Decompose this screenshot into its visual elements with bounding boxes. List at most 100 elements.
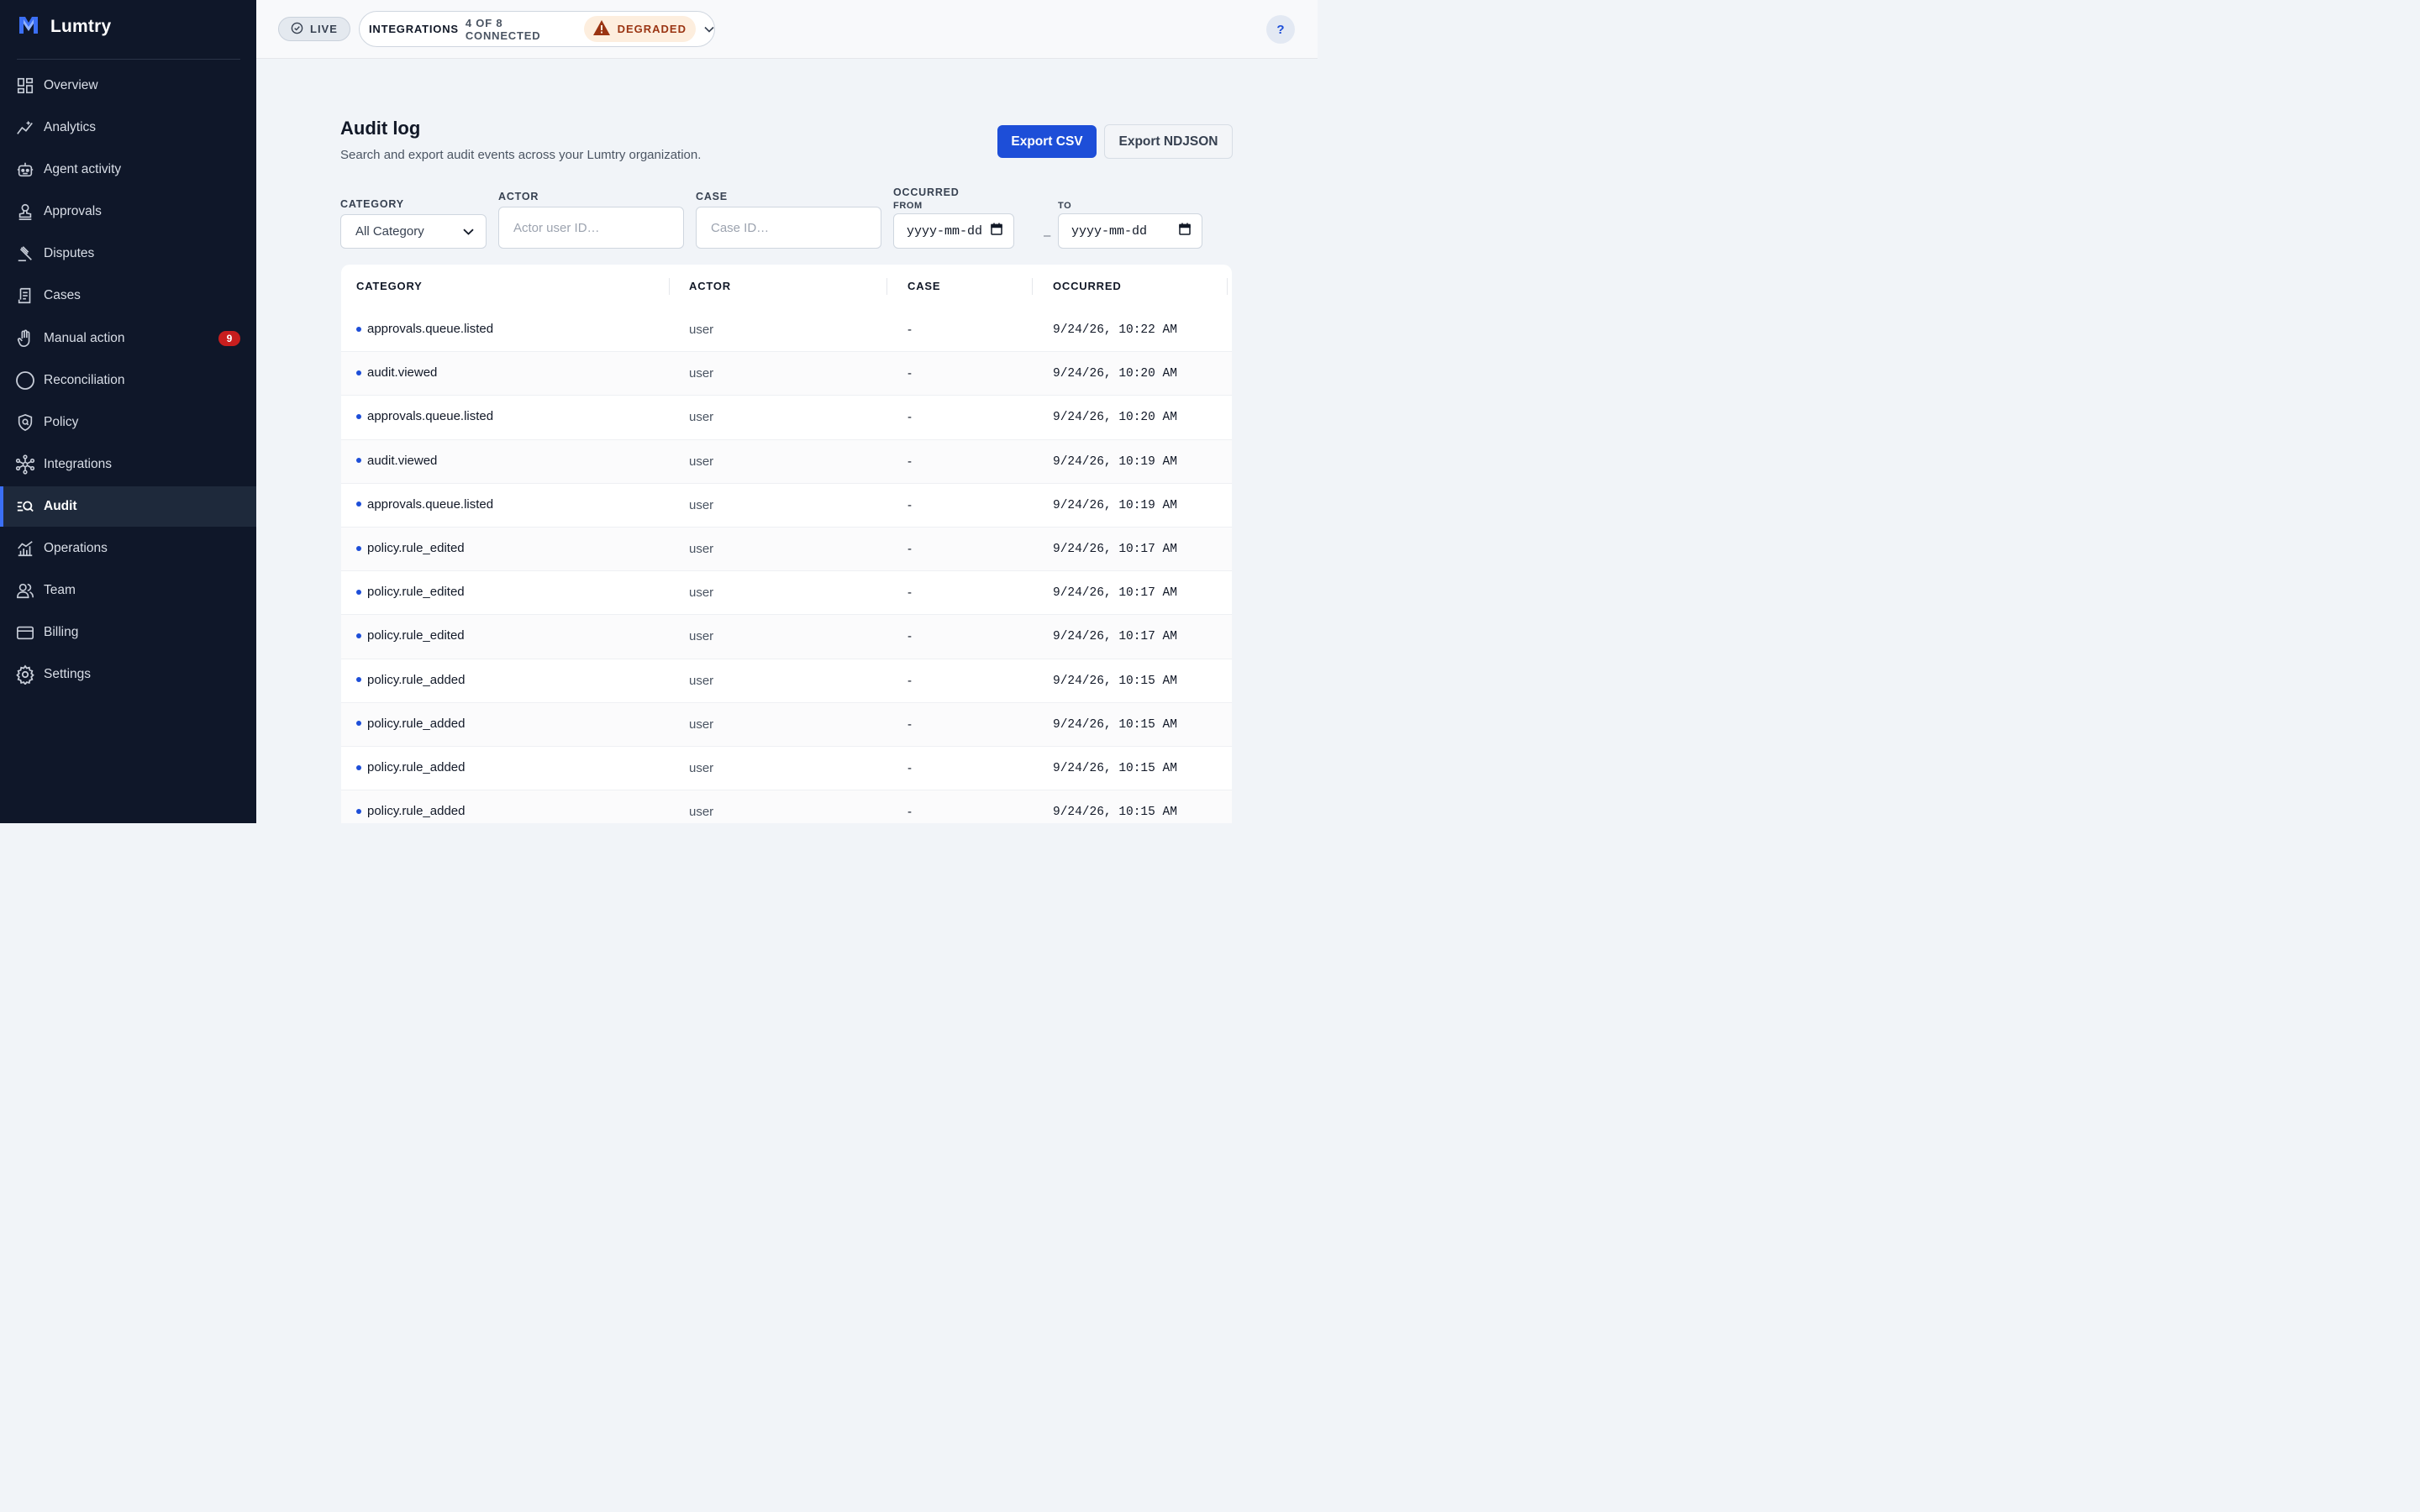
event-category-cell: approvals.queue.listed (356, 497, 493, 512)
category-dot-icon (356, 764, 361, 770)
sidebar-item-overview[interactable]: Overview (0, 66, 256, 106)
category-dot-icon (356, 589, 361, 595)
sidebar-item-disputes[interactable]: Disputes (0, 234, 256, 274)
column-header-category[interactable]: CATEGORY (356, 280, 423, 292)
table-row[interactable]: policy.rule_added user - 9/24/26, 10:15 AM (341, 747, 1232, 791)
table-row[interactable]: policy.rule_added user - 9/24/26, 10:15 AM (341, 659, 1232, 703)
date-range-separator: – (1044, 228, 1051, 243)
event-actor: user (689, 673, 714, 688)
column-header-occurred[interactable]: OCCURRED (1053, 280, 1122, 292)
actor-input[interactable] (498, 207, 684, 249)
sidebar-item-reconciliation[interactable]: Reconciliation (0, 360, 256, 401)
from-date-input[interactable]: yyyy-mm-dd (893, 213, 1014, 249)
table-row[interactable]: policy.rule_edited user - 9/24/26, 10:17 AM (341, 615, 1232, 659)
event-category: policy.rule_added (367, 760, 466, 774)
sidebar-item-label: Disputes (44, 246, 95, 261)
column-resize-handle[interactable] (886, 278, 887, 295)
sidebar-item-team[interactable]: Team (0, 570, 256, 611)
column-resize-handle[interactable] (669, 278, 670, 295)
sidebar-item-audit[interactable]: Audit (0, 486, 256, 527)
actor-filter-label: ACTOR (498, 191, 539, 202)
sidebar-item-analytics[interactable]: Analytics (0, 108, 256, 148)
sidebar-item-approvals[interactable]: Approvals (0, 192, 256, 232)
event-category: approvals.queue.listed (367, 496, 494, 512)
sidebar-item-label: Team (44, 583, 76, 598)
column-resize-handle[interactable] (1227, 278, 1228, 295)
column-header-actor[interactable]: ACTOR (689, 280, 731, 292)
event-category-cell: audit.viewed (356, 365, 437, 380)
circle-icon (15, 370, 35, 391)
hand-icon (15, 328, 35, 349)
to-date-input[interactable]: yyyy-mm-dd (1058, 213, 1202, 249)
category-select[interactable]: All Category (340, 214, 487, 249)
table-row[interactable]: audit.viewed user - 9/24/26, 10:20 AM (341, 352, 1232, 396)
table-row[interactable]: policy.rule_edited user - 9/24/26, 10:17 AM (341, 528, 1232, 572)
page-subtitle: Search and export audit events across yo… (340, 148, 702, 162)
sidebar-item-settings[interactable]: Settings (0, 654, 256, 695)
event-case: - (908, 542, 912, 556)
export-csv-button[interactable]: Export CSV (997, 125, 1097, 158)
integrations-status-dropdown[interactable]: INTEGRATIONS 4 OF 8 CONNECTED DEGRADED (359, 11, 715, 47)
sidebar-item-cases[interactable]: Cases (0, 276, 256, 316)
help-button[interactable]: ? (1266, 15, 1295, 44)
column-header-case[interactable]: CASE (908, 280, 940, 292)
event-case: - (908, 717, 912, 732)
table-row[interactable]: approvals.queue.listed user - 9/24/26, 10:2… (341, 396, 1232, 440)
event-category-cell: audit.viewed (356, 454, 437, 468)
sidebar-item-label: Integrations (44, 456, 112, 471)
column-resize-handle[interactable] (1032, 278, 1033, 295)
table-row[interactable]: approvals.queue.listed user - 9/24/26, 10:1… (341, 484, 1232, 528)
event-occurred: 9/24/26, 10:20 AM (1053, 411, 1177, 425)
event-actor: user (689, 497, 714, 512)
sidebar-item-integrations[interactable]: Integrations (0, 444, 256, 485)
analytics-icon (15, 118, 35, 138)
event-case: - (908, 673, 912, 688)
event-actor: user (689, 717, 714, 732)
table-row[interactable]: policy.rule_added user - 9/24/26, 10:15 AM (341, 790, 1232, 823)
table-row[interactable]: approvals.queue.listed user - 9/24/26, 10:2… (341, 308, 1232, 353)
export-ndjson-button[interactable]: Export NDJSON (1104, 124, 1233, 159)
event-category: audit.viewed (367, 365, 438, 381)
sidebar-item-operations[interactable]: Operations (0, 528, 256, 569)
event-case: - (908, 454, 912, 469)
sidebar-item-billing[interactable]: Billing (0, 612, 256, 653)
event-actor: user (689, 761, 714, 775)
brand[interactable]: Lumtry (17, 14, 111, 39)
sidebar: Lumtry Overview Analytics Agent activity… (0, 0, 256, 823)
stamp-icon (15, 202, 35, 222)
event-occurred: 9/24/26, 10:17 AM (1053, 586, 1177, 601)
case-input[interactable] (696, 207, 881, 249)
sidebar-item-policy[interactable]: Policy (0, 402, 256, 443)
network-icon (15, 454, 35, 475)
to-label: TO (1058, 201, 1072, 211)
category-dot-icon (356, 721, 361, 727)
table-row[interactable]: audit.viewed user - 9/24/26, 10:19 AM (341, 439, 1232, 484)
sidebar-item-label: Policy (44, 414, 79, 429)
event-category: policy.rule_added (367, 716, 466, 731)
category-dot-icon (356, 370, 361, 375)
sidebar-item-label: Agent activity (44, 162, 122, 177)
brand-name: Lumtry (50, 17, 112, 36)
integrations-label: INTEGRATIONS (369, 23, 459, 35)
live-status-pill[interactable]: LIVE (278, 17, 350, 41)
calendar-icon (1179, 223, 1191, 239)
event-category: approvals.queue.listed (367, 409, 494, 424)
sidebar-item-label: Overview (44, 78, 98, 92)
sidebar-item-manual-action[interactable]: Manual action 9 (0, 318, 256, 359)
table-row[interactable]: policy.rule_added user - 9/24/26, 10:15 AM (341, 702, 1232, 747)
integrations-count: 4 OF 8 CONNECTED (465, 16, 541, 42)
event-category: audit.viewed (367, 453, 438, 468)
sidebar-item-label: Approvals (44, 204, 102, 219)
sidebar-item-label: Manual action (44, 330, 125, 345)
event-actor: user (689, 366, 714, 381)
lumtry-logo-icon (17, 13, 40, 41)
event-category-cell: policy.rule_added (356, 673, 465, 687)
category-dot-icon (356, 633, 361, 638)
event-occurred: 9/24/26, 10:17 AM (1053, 630, 1177, 644)
sidebar-item-label: Reconciliation (44, 372, 125, 387)
table-row[interactable]: policy.rule_edited user - 9/24/26, 10:17 AM (341, 571, 1232, 616)
chevron-down-icon (463, 224, 474, 239)
shield-icon (15, 412, 35, 433)
sidebar-item-agent-activity[interactable]: Agent activity (0, 150, 256, 190)
category-dot-icon (356, 458, 361, 464)
